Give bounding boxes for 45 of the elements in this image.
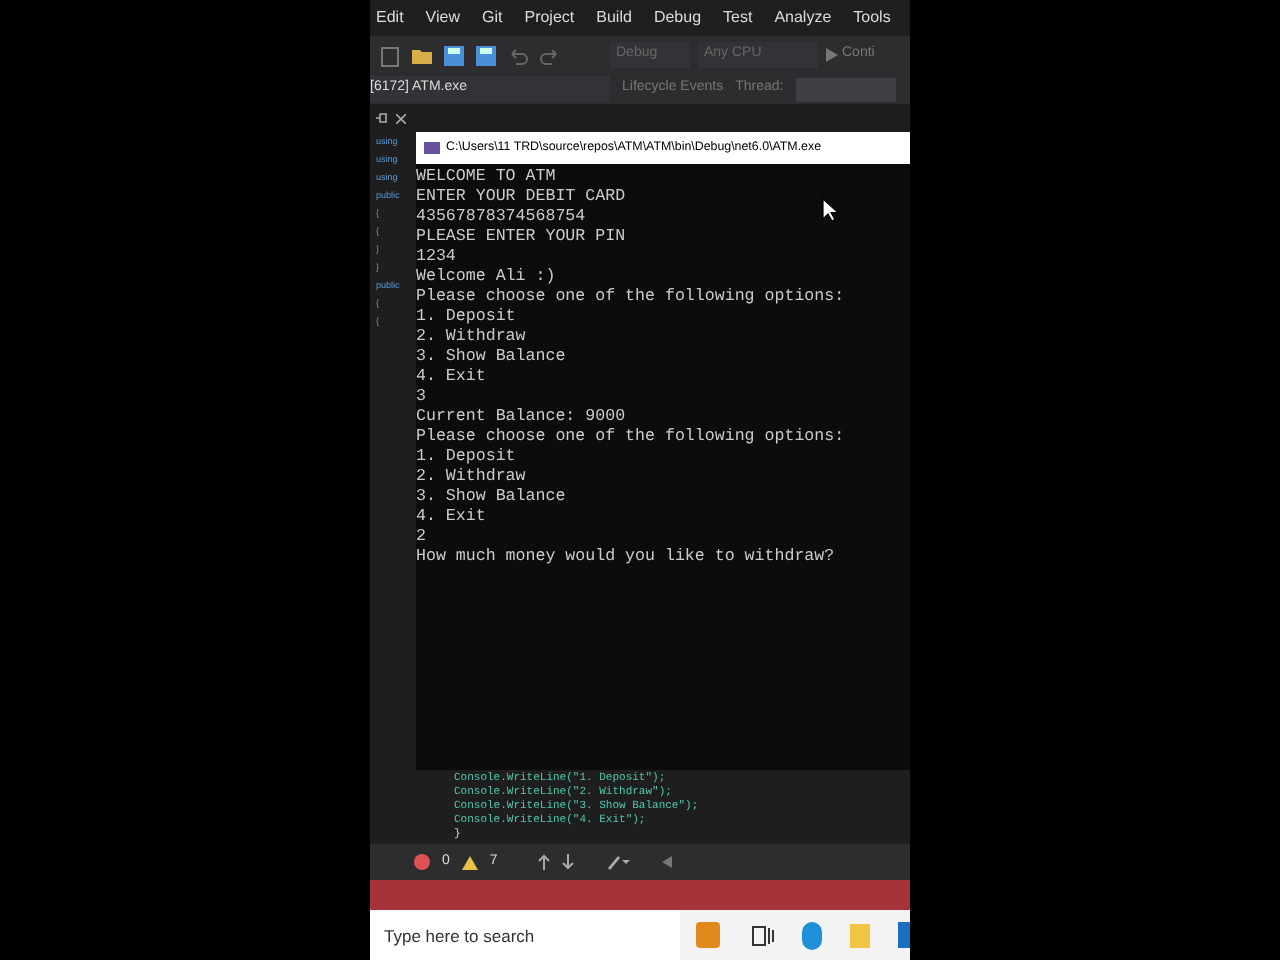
pin-icon[interactable] (376, 112, 388, 124)
menu-item[interactable]: Debug (653, 6, 702, 30)
error-icon (414, 854, 430, 870)
console-line: 4. Exit (416, 508, 486, 528)
console-line: 4. Exit (416, 368, 486, 388)
console-line: WELCOME TO ATM (416, 168, 556, 188)
down-arrow-icon[interactable] (561, 854, 574, 870)
menu-item[interactable]: Edit (376, 6, 404, 30)
console-line: 2. Withdraw (416, 468, 526, 488)
menu-item[interactable]: Analyze (774, 6, 832, 30)
warning-icon (461, 855, 478, 869)
redo-icon[interactable] (538, 43, 562, 67)
console-line: PLEASE ENTER YOUR PIN (416, 228, 626, 248)
menu-item[interactable]: Tools (853, 6, 891, 30)
console-line: 3. Show Balance (416, 488, 566, 508)
console-line: 1234 (416, 248, 456, 268)
new-item-icon[interactable] (378, 43, 402, 67)
console-line: Please choose one of the following options: (416, 428, 845, 448)
console-line: How much money would you like to withdraw? (416, 548, 835, 568)
console-line: 3. Show Balance (416, 348, 566, 368)
console-line: 43567878374568754 (416, 208, 586, 228)
menu-item[interactable]: Build (596, 6, 632, 30)
console-line: Please choose one of the following options: (416, 288, 845, 308)
console-line: 1. Deposit (416, 308, 516, 328)
play-icon (826, 48, 838, 62)
console-line: 1. Deposit (416, 448, 516, 468)
console-line: 3 (416, 388, 426, 408)
console-icon (424, 142, 440, 154)
menu-item[interactable]: Project (524, 6, 575, 30)
close-icon[interactable] (396, 113, 406, 123)
menu-item[interactable]: Git (482, 6, 503, 30)
mouse-pointer-icon (822, 198, 838, 222)
scroll-left-icon[interactable] (661, 856, 672, 868)
menu-item[interactable]: Test (723, 6, 753, 30)
task-view-icon[interactable] (752, 925, 775, 945)
undo-icon[interactable] (506, 43, 530, 67)
menu-item[interactable]: View (425, 6, 460, 30)
console-line: Current Balance: 9000 (416, 408, 626, 428)
console-line: ENTER YOUR DEBIT CARD (416, 188, 626, 208)
save-icon[interactable] (442, 43, 466, 67)
console-line: 2 (416, 528, 426, 548)
save-all-icon[interactable] (474, 43, 498, 67)
up-arrow-icon[interactable] (537, 854, 550, 870)
console-line: Welcome Ali :) (416, 268, 556, 288)
console-line: 2. Withdraw (416, 328, 526, 348)
